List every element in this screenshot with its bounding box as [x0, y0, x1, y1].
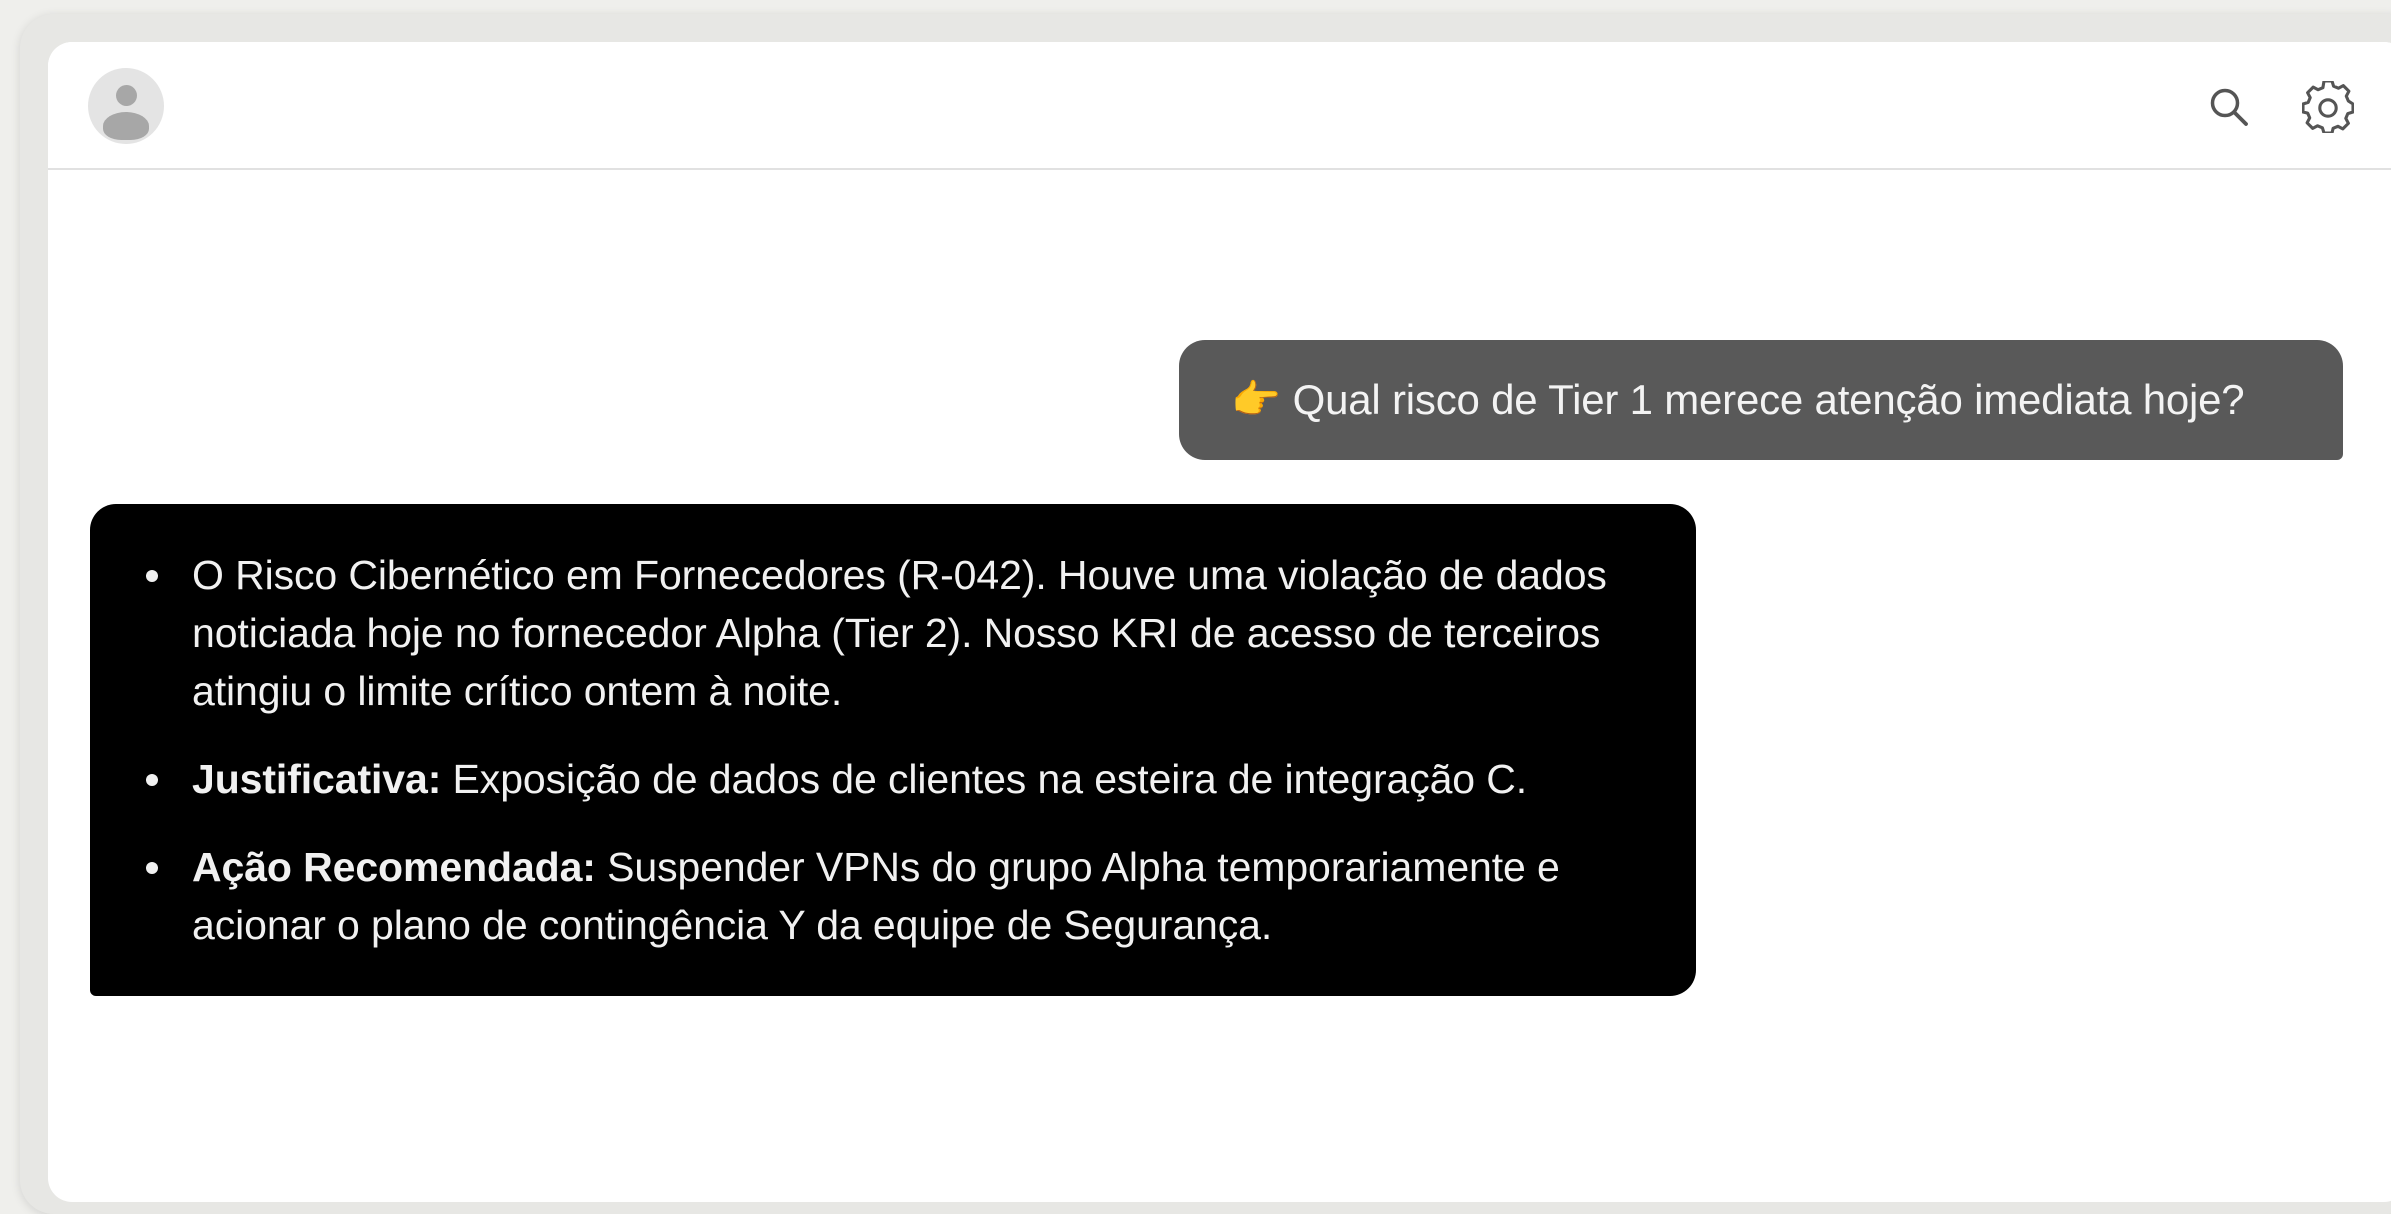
- chat-area: 👉 Qual risco de Tier 1 merece atenção im…: [48, 168, 2391, 1202]
- assistant-bullet-text-1: O Risco Cibernético em Fornecedores (R-0…: [192, 552, 1607, 714]
- assistant-bullet-item-3: Ação Recomendada: Suspender VPNs do grup…: [146, 838, 1644, 954]
- avatar-body-icon: [103, 112, 149, 140]
- user-message-text: Qual risco de Tier 1 merece atenção imed…: [1292, 376, 2245, 423]
- gear-icon: [2302, 81, 2354, 133]
- settings-button[interactable]: [2301, 80, 2355, 134]
- top-bar: [48, 42, 2391, 170]
- avatar-head-icon: [116, 85, 137, 106]
- user-message-bubble: 👉 Qual risco de Tier 1 merece atenção im…: [1179, 340, 2343, 460]
- assistant-bullet-item-1: O Risco Cibernético em Fornecedores (R-0…: [146, 546, 1644, 720]
- chat-window: 👉 Qual risco de Tier 1 merece atenção im…: [48, 42, 2391, 1202]
- assistant-bullet-label-3: Ação Recomendada:: [192, 844, 596, 890]
- assistant-bullet-text-2: Exposição de dados de clientes na esteir…: [441, 756, 1528, 802]
- assistant-bullet-list: O Risco Cibernético em Fornecedores (R-0…: [146, 546, 1644, 954]
- user-avatar[interactable]: [88, 68, 164, 144]
- assistant-message-bubble: O Risco Cibernético em Fornecedores (R-0…: [90, 504, 1696, 996]
- assistant-bullet-label-2: Justificativa:: [192, 756, 442, 802]
- search-icon: [2210, 88, 2248, 126]
- assistant-bullet-item-2: Justificativa: Exposição de dados de cli…: [146, 750, 1644, 808]
- search-button[interactable]: [2202, 80, 2256, 134]
- pointing-hand-icon: 👉: [1231, 378, 1281, 422]
